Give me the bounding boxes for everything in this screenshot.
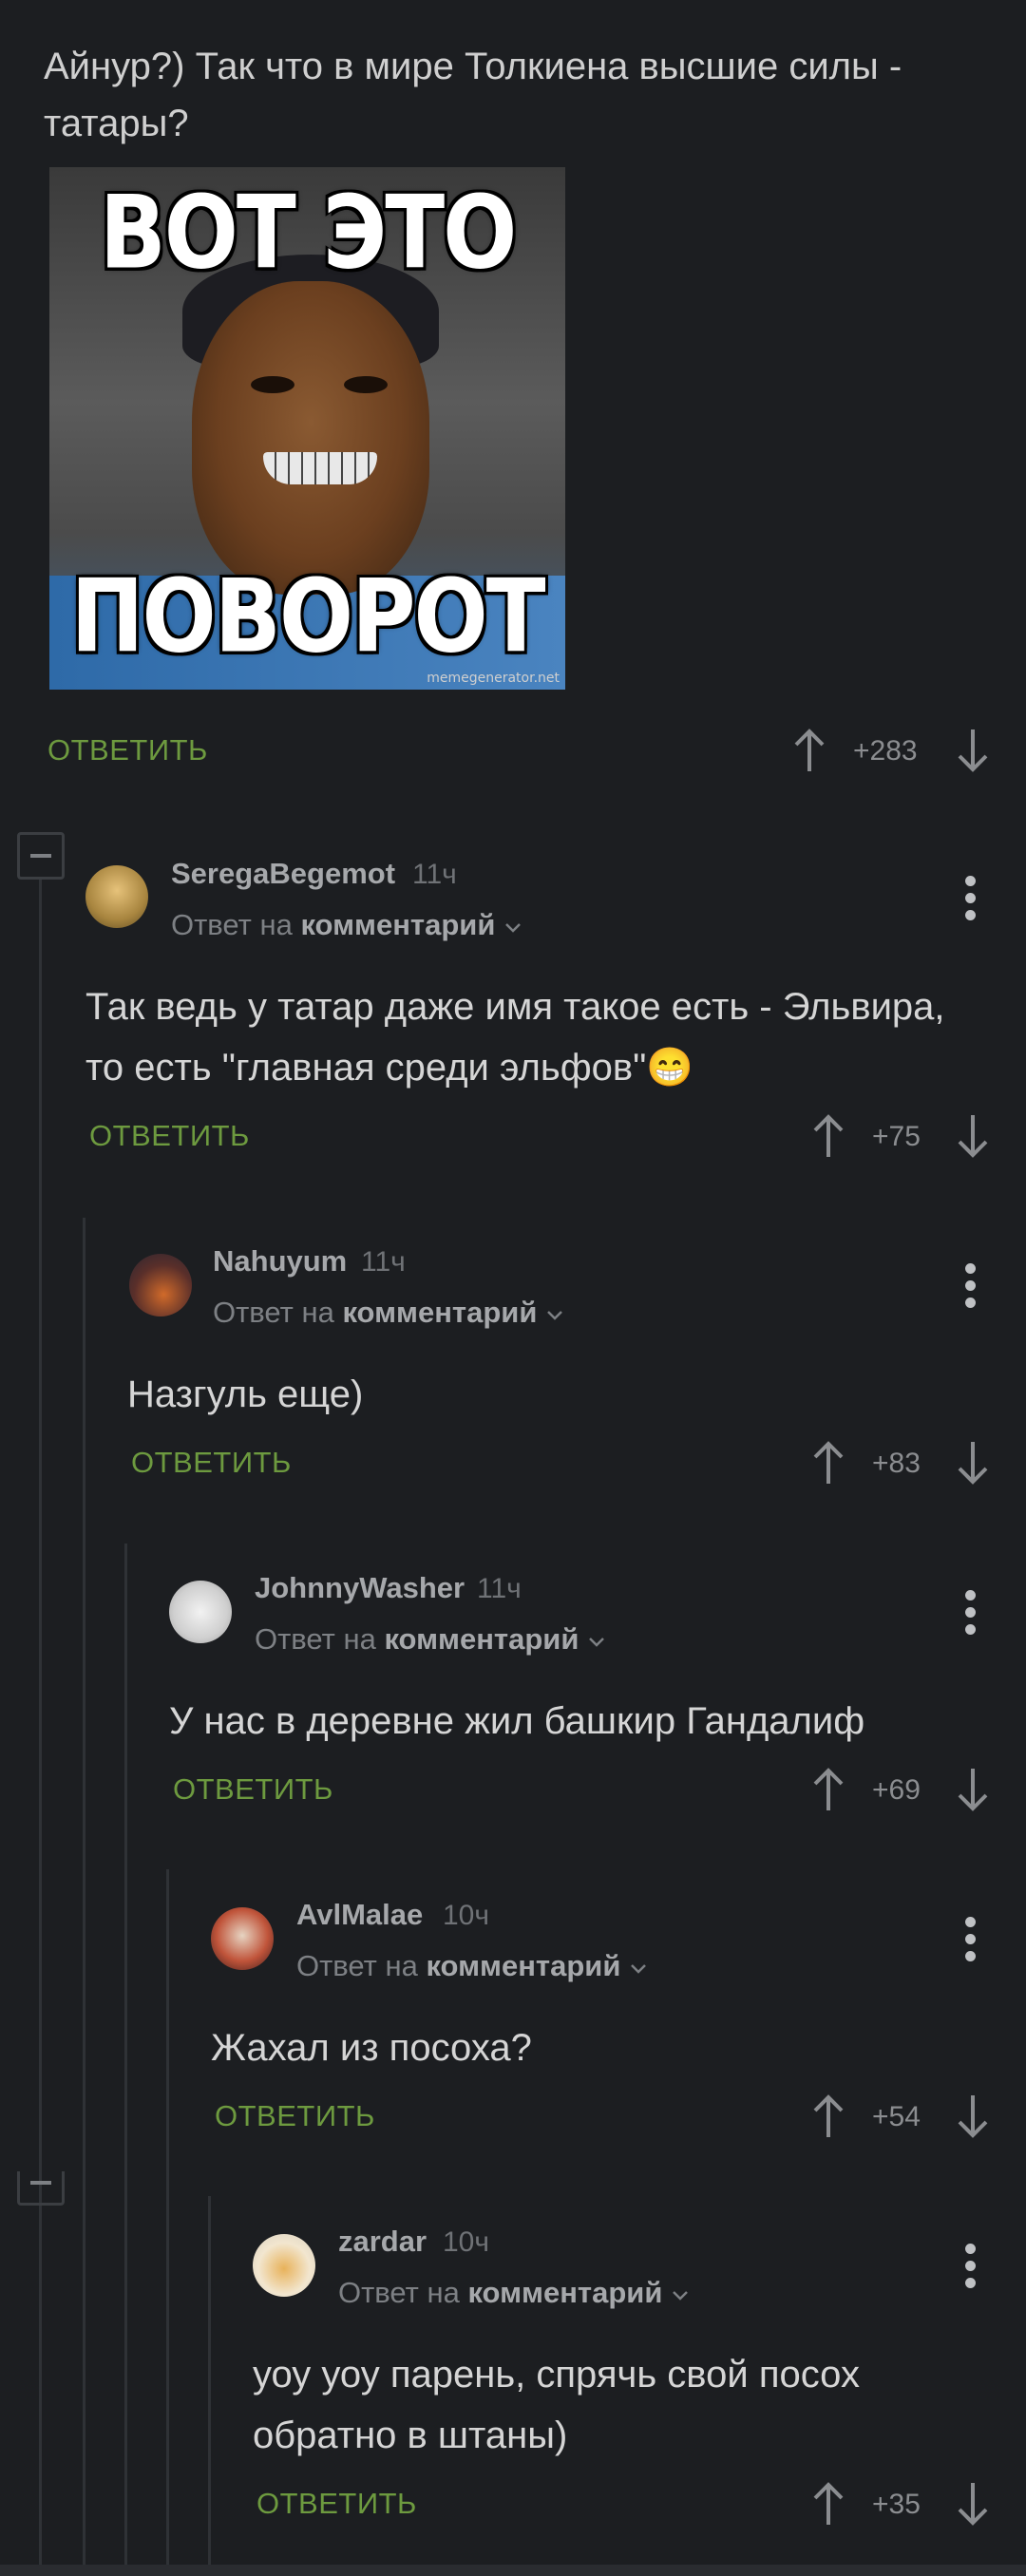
comment-text: Так ведь у татар даже имя такое есть - Э… [86,986,945,1089]
meme-watermark: memegenerator.net [427,671,560,686]
thread-line[interactable] [83,1218,86,2576]
reply-button[interactable]: ОТВЕТИТЬ [89,1119,250,1153]
downvote-icon[interactable] [954,728,992,773]
upvote-icon[interactable] [809,2093,847,2139]
reply-to[interactable]: Ответ на комментарий [213,1296,564,1330]
reply-to-target: комментарий [467,2276,663,2309]
thread-line[interactable] [124,1544,127,2576]
timestamp: 11ч [412,859,457,890]
vote-count: +75 [872,1121,921,1152]
downvote-icon[interactable] [954,1113,992,1159]
comment-text: уоу уоу парень, спрячь свой посох обратн… [253,2354,860,2456]
avatar[interactable] [253,2234,315,2297]
vote-count: +54 [872,2101,921,2132]
vote-count: +35 [872,2489,921,2520]
reply-button[interactable]: ОТВЕТИТЬ [173,1772,333,1807]
more-icon[interactable] [965,1590,977,1641]
downvote-icon[interactable] [954,2481,992,2527]
vote-count: +283 [853,735,918,767]
upvote-icon[interactable] [790,728,828,773]
upvote-icon[interactable] [809,1440,847,1486]
meme-top-caption: ВОТ ЭТО [99,174,518,293]
reply-to-prefix: Ответ на [296,1949,418,1982]
meme-eye [344,376,388,393]
thread-line[interactable] [208,2196,211,2576]
meme-image[interactable]: ВОТ ЭТО ПОВОРОТ memegenerator.net [49,167,565,690]
more-icon[interactable] [965,876,977,927]
meme-bottom-caption: ПОВОРОТ [70,558,546,676]
comment-text: Назгуль еще) [127,1373,364,1415]
reply-button[interactable]: ОТВЕТИТЬ [256,2487,417,2521]
avatar[interactable] [211,1907,274,1970]
reply-button[interactable]: ОТВЕТИТЬ [215,2099,375,2133]
thread-line[interactable] [39,855,42,2576]
chevron-down-icon [631,1964,646,1974]
reply-to-prefix: Ответ на [171,908,293,941]
reply-to-target: комментарий [426,1949,621,1982]
reply-to-prefix: Ответ на [255,1622,376,1656]
collapse-end-marker [17,2171,65,2206]
reply-button[interactable]: ОТВЕТИТЬ [131,1446,292,1480]
username[interactable]: AvlMalae [296,1898,423,1932]
reply-to[interactable]: Ответ на комментарий [296,1949,648,1983]
upvote-icon[interactable] [809,1113,847,1159]
vote-count: +83 [872,1448,921,1479]
divider [0,2565,1026,2576]
avatar[interactable] [169,1581,232,1643]
more-icon[interactable] [965,1917,977,1968]
username[interactable]: Nahuyum [213,1244,347,1279]
username[interactable]: SeregaBegemot [171,857,395,891]
timestamp: 11ч [361,1246,406,1278]
timestamp: 11ч [477,1573,522,1604]
more-icon[interactable] [965,2244,977,2295]
timestamp: 10ч [443,2226,489,2258]
minus-icon [30,854,51,858]
meme-face [192,281,429,595]
reply-to-target: комментарий [300,908,496,941]
downvote-icon[interactable] [954,2093,992,2139]
comment-text: Айнур?) Так что в мире Толкиена высшие с… [44,46,902,144]
meme-eye [251,376,294,393]
downvote-icon[interactable] [954,1767,992,1812]
reply-to[interactable]: Ответ на комментарий [171,908,522,942]
minus-icon [30,2181,51,2185]
reply-to[interactable]: Ответ на комментарий [255,1622,606,1657]
avatar[interactable] [129,1254,192,1316]
username[interactable]: JohnnyWasher [255,1571,465,1605]
collapse-button[interactable] [17,832,65,880]
chevron-down-icon [547,1311,562,1320]
upvote-icon[interactable] [809,1767,847,1812]
meme-teeth [263,452,377,484]
username[interactable]: zardar [338,2225,427,2259]
upvote-icon[interactable] [809,2481,847,2527]
comment-text: У нас в деревне жил башкир Гандалиф [169,1700,865,1742]
reply-to-target: комментарий [342,1296,538,1329]
chevron-down-icon [589,1638,604,1647]
reply-to-target: комментарий [384,1622,580,1656]
reply-to[interactable]: Ответ на комментарий [338,2276,690,2310]
avatar[interactable] [86,865,148,928]
thread-line[interactable] [166,1869,169,2576]
chevron-down-icon [505,923,521,933]
reply-to-prefix: Ответ на [213,1296,334,1329]
chevron-down-icon [673,2291,688,2301]
comment-text: Жахал из посоха? [211,2027,532,2069]
vote-count: +69 [872,1774,921,1806]
more-icon[interactable] [965,1263,977,1315]
reply-to-prefix: Ответ на [338,2276,460,2309]
downvote-icon[interactable] [954,1440,992,1486]
timestamp: 10ч [443,1900,489,1931]
reply-button[interactable]: ОТВЕТИТЬ [48,733,208,767]
